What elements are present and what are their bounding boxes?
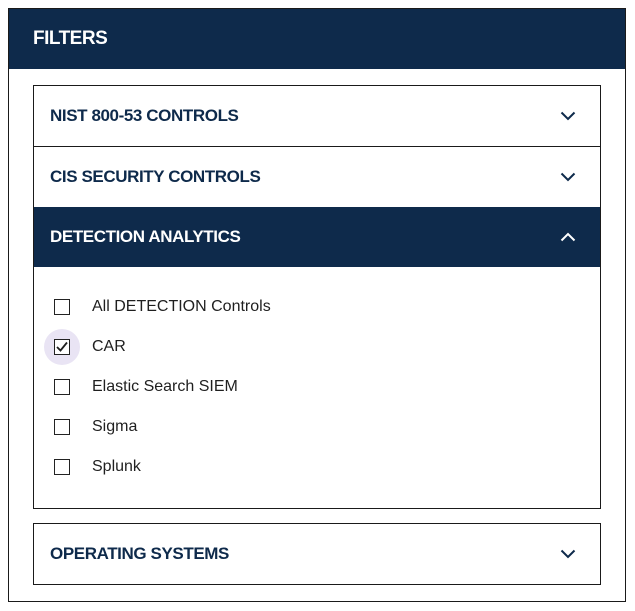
option-all-detection[interactable]: All DETECTION Controls: [34, 287, 600, 327]
option-label: All DETECTION Controls: [92, 298, 271, 315]
accordion-label-nist: NIST 800-53 CONTROLS: [50, 106, 239, 125]
option-splunk[interactable]: Splunk: [34, 447, 600, 487]
accordion-header-detection[interactable]: DETECTION ANALYTICS: [34, 207, 600, 267]
filters-panel: FILTERS NIST 800-53 CONTROLS CIS SECURIT…: [8, 8, 626, 602]
accordion-label-operating-systems: OPERATING SYSTEMS: [50, 544, 229, 563]
accordion-header-cis[interactable]: CIS SECURITY CONTROLS: [34, 147, 600, 207]
checkbox[interactable]: [54, 379, 70, 395]
accordion-label-detection: DETECTION ANALYTICS: [50, 227, 241, 246]
accordion-header-operating-systems[interactable]: OPERATING SYSTEMS: [34, 524, 600, 584]
detection-options-list: All DETECTION Controls CAR Elastic Searc…: [34, 267, 600, 487]
option-elastic-search-siem[interactable]: Elastic Search SIEM: [34, 367, 600, 407]
option-label: Sigma: [92, 418, 138, 435]
chevron-down-icon: [560, 546, 576, 562]
filter-accordion-group: NIST 800-53 CONTROLS CIS SECURITY CONTRO…: [33, 85, 601, 509]
option-car[interactable]: CAR: [34, 327, 600, 367]
option-label: Elastic Search SIEM: [92, 378, 238, 395]
checkbox[interactable]: [54, 419, 70, 435]
chevron-down-icon: [560, 108, 576, 124]
checkmark-icon: [56, 341, 68, 352]
accordion-label-cis: CIS SECURITY CONTROLS: [50, 167, 261, 186]
checkbox-checked[interactable]: [54, 339, 70, 355]
filters-title: FILTERS: [9, 9, 625, 69]
option-sigma[interactable]: Sigma: [34, 407, 600, 447]
checkbox[interactable]: [54, 459, 70, 475]
option-label: CAR: [92, 338, 126, 355]
accordion-header-nist[interactable]: NIST 800-53 CONTROLS: [34, 86, 600, 146]
accordion-section-operating-systems: OPERATING SYSTEMS: [33, 523, 601, 585]
checkbox[interactable]: [54, 299, 70, 315]
chevron-up-icon: [560, 229, 576, 245]
chevron-down-icon: [560, 169, 576, 185]
option-label: Splunk: [92, 458, 141, 475]
